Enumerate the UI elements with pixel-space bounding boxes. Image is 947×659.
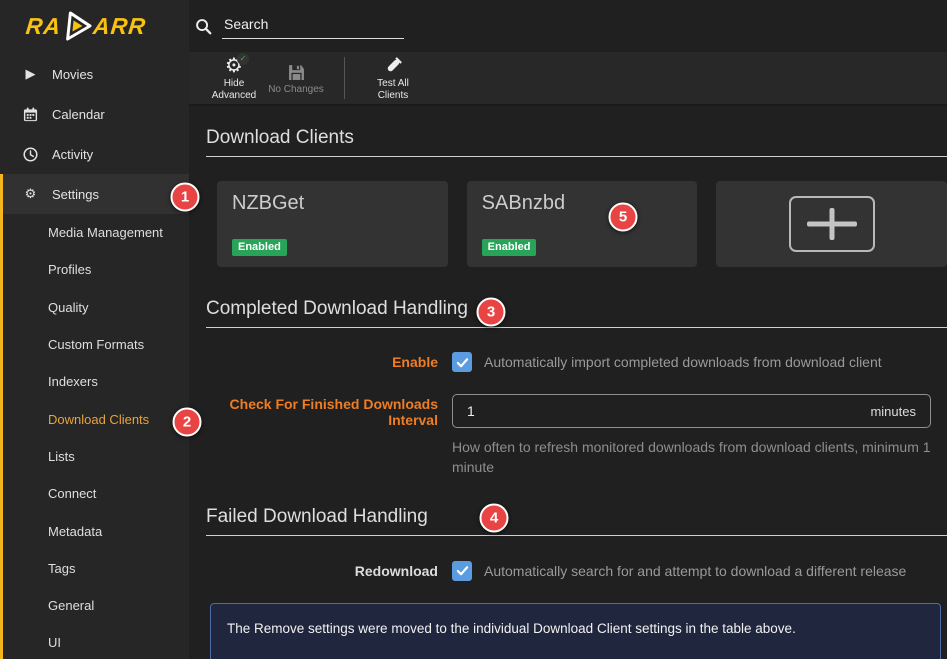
enable-row: Enable Automatically import completed do…	[206, 352, 947, 372]
toolbar-separator	[344, 57, 345, 99]
sidebar-item-custom-formats[interactable]: Custom Formats	[3, 326, 189, 363]
status-badge: Enabled	[482, 239, 537, 256]
play-icon: ▶	[22, 67, 39, 82]
toolbar: ⚙︎ ✓ Hide Advanced No Changes	[189, 52, 947, 106]
sidebar-item-movies[interactable]: ▶ Movies	[0, 54, 189, 94]
annotation-circle-5: 5	[609, 203, 638, 232]
client-card-nzbget[interactable]: NZBGet Enabled	[217, 181, 448, 267]
sidebar-item-indexers[interactable]: Indexers	[3, 363, 189, 400]
redownload-row: Redownload Automatically search for and …	[206, 561, 947, 581]
check-icon	[456, 564, 469, 577]
search-icon	[195, 18, 212, 35]
interval-input-wrap: minutes	[452, 394, 931, 428]
check-icon	[456, 356, 469, 369]
sidebar-item-lists[interactable]: Lists	[3, 438, 189, 475]
settings-page: Download Clients NZBGet Enabled SABnzbd …	[189, 127, 947, 659]
sidebar-item-label: Settings	[52, 187, 99, 202]
interval-label: Check For Finished Downloads Interval	[206, 394, 438, 428]
logo[interactable]: RA ARR	[0, 0, 189, 52]
enable-checkbox[interactable]	[452, 352, 472, 372]
sidebar: RA ARR ▶ Movies Calendar	[0, 0, 189, 659]
vial-icon	[384, 56, 403, 75]
gears-icon: ⚙︎	[22, 187, 39, 202]
interval-help-text: How often to refresh monitored downloads…	[452, 437, 931, 478]
annotation-circle-3: 3	[477, 298, 506, 327]
status-badge: Enabled	[232, 239, 287, 256]
sidebar-item-settings[interactable]: ⚙︎ Settings	[3, 174, 189, 214]
plus-icon[interactable]	[789, 196, 875, 252]
sidebar-item-label: Activity	[52, 147, 93, 162]
sidebar-item-media-management[interactable]: Media Management	[3, 214, 189, 251]
sidebar-item-calendar[interactable]: Calendar	[0, 94, 189, 134]
calendar-icon	[22, 107, 39, 122]
check-badge-icon: ✓	[237, 53, 249, 65]
floppy-icon	[288, 64, 305, 81]
interval-unit: minutes	[870, 404, 916, 419]
add-client-card[interactable]	[716, 181, 947, 267]
sidebar-item-tags[interactable]: Tags	[3, 550, 189, 587]
remove-settings-notice: The Remove settings were moved to the in…	[210, 603, 941, 659]
download-clients-heading: Download Clients	[206, 127, 947, 157]
search-input[interactable]	[222, 13, 404, 39]
main-content: ⚙︎ ✓ Hide Advanced No Changes	[189, 0, 947, 659]
sidebar-item-label: Movies	[52, 67, 93, 82]
clock-icon	[22, 147, 39, 162]
sidebar-nav: ▶ Movies Calendar Activity ⚙︎ Settings	[0, 52, 189, 659]
settings-section: ⚙︎ Settings Media Management Profiles Qu…	[0, 174, 189, 659]
search-bar	[189, 0, 947, 52]
sidebar-item-activity[interactable]: Activity	[0, 134, 189, 174]
logo-text-right: ARR	[92, 15, 147, 38]
hide-advanced-button[interactable]: ⚙︎ ✓ Hide Advanced	[203, 55, 265, 102]
sidebar-item-general[interactable]: General	[3, 587, 189, 624]
save-changes-button[interactable]: No Changes	[265, 61, 327, 96]
sidebar-item-metadata[interactable]: Metadata	[3, 512, 189, 549]
failed-download-handling-heading: Failed Download Handling	[206, 506, 947, 536]
client-card-sabnzbd[interactable]: SABnzbd Enabled	[467, 181, 698, 267]
completed-download-handling-heading: Completed Download Handling	[206, 298, 947, 328]
logo-text-left: RA	[25, 15, 63, 38]
sidebar-item-connect[interactable]: Connect	[3, 475, 189, 512]
enable-label: Enable	[206, 352, 438, 370]
sidebar-item-ui[interactable]: UI	[3, 624, 189, 659]
notice-text: The Remove settings were moved to the in…	[227, 621, 796, 636]
download-client-cards: NZBGet Enabled SABnzbd Enabled	[217, 181, 947, 267]
annotation-circle-4: 4	[480, 504, 509, 533]
redownload-checkbox[interactable]	[452, 561, 472, 581]
client-name: SABnzbd	[482, 192, 683, 215]
test-all-clients-button[interactable]: Test All Clients	[362, 55, 424, 102]
annotation-circle-2: 2	[173, 408, 202, 437]
sidebar-item-download-clients[interactable]: Download Clients	[3, 400, 189, 437]
redownload-help-text: Automatically search for and attempt to …	[484, 563, 906, 579]
redownload-label: Redownload	[206, 561, 438, 579]
annotation-circle-1: 1	[171, 183, 200, 212]
sidebar-item-profiles[interactable]: Profiles	[3, 251, 189, 288]
client-name: NZBGet	[232, 192, 433, 215]
sidebar-item-label: Calendar	[52, 107, 105, 122]
play-logo-icon	[61, 11, 94, 41]
interval-row: Check For Finished Downloads Interval mi…	[206, 394, 947, 478]
interval-input[interactable]	[467, 403, 862, 419]
radarr-app: RA ARR ▶ Movies Calendar	[0, 0, 947, 659]
sidebar-item-quality[interactable]: Quality	[3, 289, 189, 326]
enable-help-text: Automatically import completed downloads…	[484, 354, 882, 370]
